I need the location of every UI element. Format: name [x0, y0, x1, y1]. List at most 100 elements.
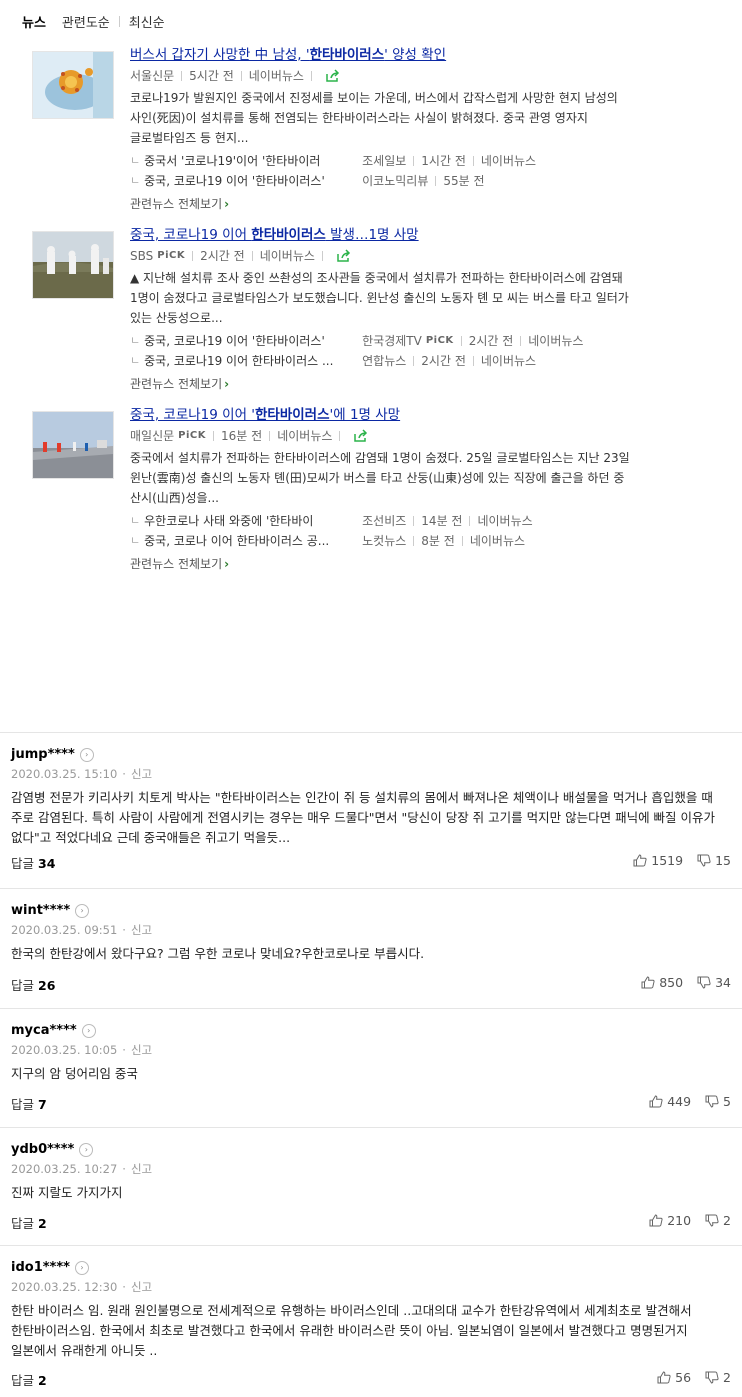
related-news-list: ㄴ 중국, 코로나19 이어 '한타바이러스' 한국경제TV PiCK 2시간 …: [130, 331, 630, 371]
related-news-item: ㄴ 중국, 코로나 이어 한타바이러스 공... 노컷뉴스 8분 전 네이버뉴스: [130, 531, 630, 551]
reply-button[interactable]: 답글 2: [11, 1370, 47, 1389]
thumbs-down-icon: [705, 1214, 719, 1227]
news-title-link[interactable]: 중국, 코로나19 이어 한타바이러스 발생…1명 사망: [130, 226, 630, 245]
comment-username[interactable]: jump****: [11, 747, 75, 762]
comment-username[interactable]: ido1****: [11, 1260, 70, 1275]
report-link[interactable]: 신고: [131, 1161, 152, 1177]
thumbs-down-icon: [705, 1095, 719, 1108]
tab-latest[interactable]: 최신순: [129, 12, 165, 31]
thumbs-down-icon: [697, 854, 711, 867]
comment-votes: 449 5: [635, 1094, 731, 1109]
comment-username[interactable]: myca****: [11, 1023, 77, 1038]
dislike-button[interactable]: 15: [697, 853, 731, 868]
comment-date: 2020.03.25. 12:30: [11, 1280, 118, 1294]
related-bracket-icon: ㄴ: [130, 174, 141, 187]
like-button[interactable]: 210: [649, 1213, 691, 1228]
news-thumbnail[interactable]: [32, 231, 114, 299]
comment-username[interactable]: wint****: [11, 903, 70, 918]
related-news-source[interactable]: 연합뉴스: [362, 351, 406, 371]
related-news-time: 2시간 전: [421, 354, 466, 368]
related-bracket-icon: ㄴ: [130, 534, 141, 547]
related-bracket-icon: ㄴ: [130, 334, 141, 347]
related-naver-news-link[interactable]: 네이버뉴스: [528, 331, 583, 351]
dislike-button[interactable]: 34: [697, 975, 731, 990]
related-news-more-link[interactable]: 관련뉴스 전체보기 ›: [130, 555, 630, 573]
dislike-button[interactable]: 2: [705, 1370, 731, 1385]
related-news-source[interactable]: 이코노믹리뷰: [362, 171, 428, 191]
comment-item: wint**** › 2020.03.25. 09:51 · 신고 한국의 한탄강에서…: [0, 888, 742, 1009]
related-news-list: ㄴ 우한코로나 사태 와중에 '한타바이 조선비즈 14분 전 네이버뉴스 ㄴ …: [130, 511, 630, 551]
thumbs-up-icon: [657, 1371, 671, 1384]
related-news-more-link[interactable]: 관련뉴스 전체보기 ›: [130, 375, 630, 393]
related-naver-news-link[interactable]: 네이버뉴스: [470, 531, 525, 551]
related-naver-news-link[interactable]: 네이버뉴스: [481, 351, 536, 371]
share-icon[interactable]: [336, 249, 352, 263]
related-news-title[interactable]: 중국, 코로나19 이어 '한타바이러스': [144, 331, 362, 351]
related-news-more-link[interactable]: 관련뉴스 전체보기 ›: [130, 195, 630, 213]
related-news-time: 14분 전: [421, 514, 463, 528]
like-button[interactable]: 850: [641, 975, 683, 990]
report-link[interactable]: 신고: [131, 1042, 152, 1058]
tab-relevance[interactable]: 관련도순: [62, 12, 110, 31]
comment-body: 지구의 암 덩어리임 중국: [11, 1066, 138, 1081]
thumbs-down-icon: [697, 976, 711, 989]
reply-button[interactable]: 답글 2: [11, 1213, 47, 1232]
news-title-link[interactable]: 버스서 갑자기 사망한 中 남성, '한타바이러스' 양성 확인: [130, 46, 630, 65]
like-button[interactable]: 1519: [633, 853, 683, 868]
news-source[interactable]: 매일신문: [130, 428, 174, 444]
news-thumbnail[interactable]: [32, 411, 114, 479]
thumbs-down-icon: [705, 1371, 719, 1384]
chevron-right-icon[interactable]: ›: [75, 903, 90, 918]
thumbs-up-icon: [641, 976, 655, 989]
report-link[interactable]: 신고: [131, 922, 152, 938]
naver-news-link[interactable]: 네이버뉴스: [277, 428, 332, 444]
report-link[interactable]: 신고: [131, 766, 152, 782]
chevron-right-icon[interactable]: ›: [79, 747, 94, 762]
news-thumbnail[interactable]: [32, 51, 114, 119]
reply-button[interactable]: 답글 7: [11, 1094, 47, 1113]
related-news-item: ㄴ 중국, 코로나19 이어 '한타바이러스' 한국경제TV PiCK 2시간 …: [130, 331, 630, 351]
sort-tabs: 뉴스 관련도순 최신순: [22, 12, 165, 31]
chevron-right-icon[interactable]: ›: [81, 1023, 96, 1038]
news-title-link[interactable]: 중국, 코로나19 이어 '한타바이러스'에 1명 사망: [130, 406, 630, 425]
comment-username[interactable]: ydb0****: [11, 1142, 74, 1157]
like-button[interactable]: 449: [649, 1094, 691, 1109]
thumbs-up-icon: [633, 854, 647, 867]
related-news-title[interactable]: 중국, 코로나19 이어 한타바이러스 ...: [144, 351, 362, 371]
report-link[interactable]: 신고: [131, 1279, 152, 1295]
comment-date: 2020.03.25. 15:10: [11, 767, 118, 781]
news-time: 16분 전: [221, 429, 263, 443]
pick-badge: PiCK: [157, 250, 186, 261]
news-source[interactable]: SBS: [130, 248, 153, 264]
comment-item: ido1**** › 2020.03.25. 12:30 · 신고 한탄 바이러스 임…: [0, 1245, 742, 1397]
naver-news-link[interactable]: 네이버뉴스: [260, 248, 315, 264]
naver-news-link[interactable]: 네이버뉴스: [249, 68, 304, 84]
reply-button[interactable]: 답글 26: [11, 975, 55, 994]
related-naver-news-link[interactable]: 네이버뉴스: [481, 151, 536, 171]
news-source[interactable]: 서울신문: [130, 68, 174, 84]
news-time: 5시간 전: [189, 69, 234, 83]
related-news-title[interactable]: 우한코로나 사태 와중에 '한타바이: [144, 511, 362, 531]
news-meta: 매일신문 PiCK 16분 전 네이버뉴스: [130, 428, 630, 444]
chevron-right-icon[interactable]: ›: [79, 1142, 94, 1157]
related-news-title[interactable]: 중국, 코로나 이어 한타바이러스 공...: [144, 531, 362, 551]
related-news-source[interactable]: 조세일보: [362, 151, 406, 171]
tab-news[interactable]: 뉴스: [22, 12, 46, 31]
comment-body: 한국의 한탄강에서 왔다구요? 그럼 우한 코로나 맞네요?우한코로나로 부릅시…: [11, 946, 425, 961]
reply-button[interactable]: 답글 34: [11, 853, 55, 872]
like-button[interactable]: 56: [657, 1370, 691, 1385]
chevron-right-icon[interactable]: ›: [74, 1260, 89, 1275]
share-icon[interactable]: [325, 69, 341, 83]
comment-votes: 850 34: [627, 975, 731, 990]
news-summary: 중국에서 설치류가 전파하는 한타바이러스에 감염돼 1명이 숨졌다. 25일 …: [130, 451, 630, 505]
related-news-source[interactable]: 조선비즈: [362, 511, 406, 531]
dislike-button[interactable]: 5: [705, 1094, 731, 1109]
related-news-source[interactable]: 한국경제TV: [362, 331, 422, 351]
related-news-source[interactable]: 노컷뉴스: [362, 531, 406, 551]
share-icon[interactable]: [353, 429, 369, 443]
related-news-title[interactable]: 중국, 코로나19 이어 '한타바이러스': [144, 171, 362, 191]
related-naver-news-link[interactable]: 네이버뉴스: [477, 511, 532, 531]
related-news-title[interactable]: 중국서 '코로나19'이어 '한타바이러: [144, 151, 362, 171]
tab-divider: [118, 16, 120, 27]
dislike-button[interactable]: 2: [705, 1213, 731, 1228]
